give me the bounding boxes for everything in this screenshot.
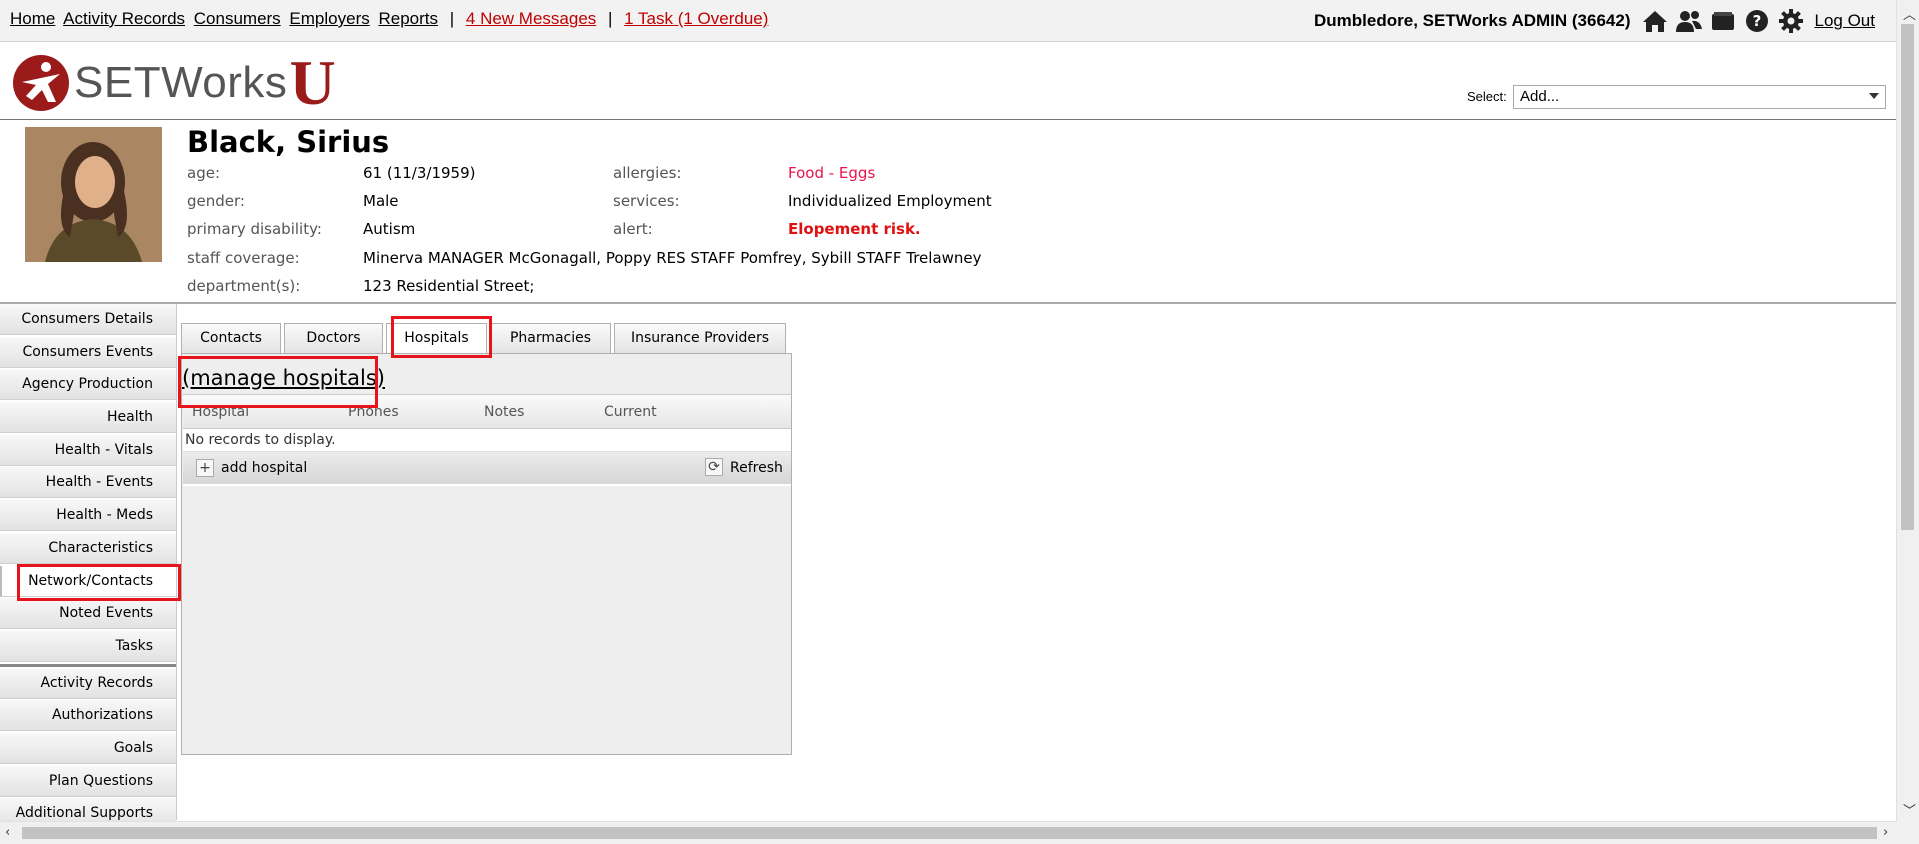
home-icon[interactable] — [1641, 8, 1669, 34]
sidebar-item-agency-production[interactable]: Agency Production — [0, 369, 176, 401]
refresh-icon[interactable]: ⟳ — [705, 458, 723, 476]
disability-value: Autism — [363, 220, 416, 238]
gender-value: Male — [363, 192, 399, 210]
add-select-value: Add... — [1520, 88, 1560, 105]
sidebar-item-health-events[interactable]: Health - Events — [0, 467, 176, 499]
sidebar-item-consumers-details[interactable]: Consumers Details — [0, 304, 176, 335]
consumer-photo — [25, 127, 162, 262]
select-label: Select: — [1467, 89, 1507, 104]
nav-reports-link[interactable]: Reports — [378, 9, 438, 28]
tab-doctors[interactable]: Doctors — [284, 323, 383, 353]
top-navigation-bar: Home Activity Records Consumers Employer… — [0, 0, 1897, 42]
consumer-name: Black, Sirius — [187, 125, 390, 159]
horizontal-scroll-thumb[interactable] — [22, 827, 1877, 839]
nav-home-link[interactable]: Home — [10, 9, 55, 28]
consumer-header: Black, Sirius age: 61 (11/3/1959) gender… — [0, 120, 1897, 304]
sidebar-item-characteristics[interactable]: Characteristics — [0, 532, 176, 564]
scroll-right-icon[interactable]: › — [1883, 825, 1888, 840]
nav-consumers-link[interactable]: Consumers — [194, 9, 281, 28]
department-label: department(s): — [187, 277, 301, 295]
column-hospital[interactable]: Hospital — [192, 404, 249, 420]
alert-label: alert: — [613, 220, 653, 238]
sidebar: Consumers Details Consumers Events Agenc… — [0, 304, 177, 830]
logo-text: SETWorks — [74, 58, 288, 107]
scroll-down-icon[interactable]: ﹀ — [1903, 800, 1916, 819]
users-icon[interactable] — [1675, 8, 1703, 34]
hospitals-grid: Hospital Phones Notes Current No records… — [183, 394, 791, 486]
logo-u: U — [289, 47, 336, 118]
sidebar-item-activity-records[interactable]: Activity Records — [0, 667, 176, 699]
sidebar-item-tasks[interactable]: Tasks — [0, 630, 176, 662]
plus-icon[interactable]: + — [196, 459, 214, 477]
sidebar-item-health-vitals[interactable]: Health - Vitals — [0, 434, 176, 466]
nav-activity-records-link[interactable]: Activity Records — [63, 9, 185, 28]
svg-text:?: ? — [1752, 12, 1761, 30]
setworks-logo[interactable]: SETWorks U — [12, 47, 336, 118]
allergies-value: Food - Eggs — [788, 164, 876, 182]
manage-hospitals-link[interactable]: (manage hospitals) — [182, 366, 385, 390]
sidebar-item-network-contacts[interactable]: Network/Contacts — [0, 565, 176, 597]
user-box: Dumbledore, SETWorks ADMIN (36642) ? Log… — [1314, 8, 1875, 34]
gender-label: gender: — [187, 192, 245, 210]
sidebar-item-consumers-events[interactable]: Consumers Events — [0, 336, 176, 368]
help-icon[interactable]: ? — [1743, 8, 1771, 34]
sidebar-item-goals[interactable]: Goals — [0, 732, 176, 764]
chevron-down-icon — [1869, 93, 1879, 99]
column-phones[interactable]: Phones — [348, 404, 399, 420]
alert-value: Elopement risk. — [788, 220, 921, 238]
services-label: services: — [613, 192, 680, 210]
vertical-scrollbar[interactable]: ︿ ﹀ — [1896, 0, 1919, 844]
age-value: 61 (11/3/1959) — [363, 164, 476, 182]
gear-icon[interactable] — [1777, 8, 1805, 34]
sidebar-item-authorizations[interactable]: Authorizations — [0, 700, 176, 732]
sidebar-divider — [0, 663, 176, 667]
logout-link[interactable]: Log Out — [1815, 11, 1876, 31]
nav-employers-link[interactable]: Employers — [289, 9, 369, 28]
logo-row: SETWorks U Select: Add... — [0, 42, 1897, 121]
scroll-left-icon[interactable]: ‹ — [5, 825, 10, 840]
allergies-label: allergies: — [613, 164, 682, 182]
messages-link[interactable]: 4 New Messages — [466, 9, 596, 28]
grid-header: Hospital Phones Notes Current — [183, 395, 791, 429]
add-select[interactable]: Add... — [1513, 85, 1886, 109]
tab-pharmacies[interactable]: Pharmacies — [490, 323, 611, 353]
hospitals-panel: (manage hospitals) Hospital Phones Notes… — [181, 353, 792, 755]
user-name: Dumbledore, SETWorks ADMIN (36642) — [1314, 11, 1631, 30]
column-current[interactable]: Current — [604, 404, 657, 420]
folder-icon[interactable] — [1709, 8, 1737, 34]
tasks-link[interactable]: 1 Task (1 Overdue) — [624, 9, 768, 28]
column-notes[interactable]: Notes — [484, 404, 524, 420]
tab-hospitals[interactable]: Hospitals — [386, 323, 487, 353]
sidebar-item-noted-events[interactable]: Noted Events — [0, 598, 176, 630]
add-hospital-button[interactable]: add hospital — [221, 460, 307, 476]
nav-separator: | — [608, 9, 613, 28]
tab-contacts[interactable]: Contacts — [181, 323, 281, 353]
age-label: age: — [187, 164, 220, 182]
horizontal-scrollbar[interactable]: ‹ › — [0, 821, 1897, 844]
grid-footer: + add hospital ⟳ Refresh — [183, 452, 791, 484]
staff-coverage-label: staff coverage: — [187, 249, 300, 267]
network-tabs: Contacts Doctors Hospitals Pharmacies In… — [181, 323, 786, 353]
disability-label: primary disability: — [187, 220, 322, 238]
sidebar-item-health[interactable]: Health — [0, 402, 176, 434]
sidebar-item-health-meds[interactable]: Health - Meds — [0, 500, 176, 532]
main-nav: Home Activity Records Consumers Employer… — [10, 9, 772, 29]
sidebar-item-plan-questions[interactable]: Plan Questions — [0, 765, 176, 797]
tab-insurance-providers[interactable]: Insurance Providers — [614, 323, 786, 353]
staff-coverage-value: Minerva MANAGER McGonagall, Poppy RES ST… — [363, 249, 982, 267]
logo-runner-icon — [13, 55, 69, 111]
nav-separator: | — [449, 9, 455, 28]
no-records-message: No records to display. — [183, 429, 791, 452]
vertical-scroll-thumb[interactable] — [1901, 24, 1914, 530]
department-value: 123 Residential Street; — [363, 277, 535, 295]
services-value: Individualized Employment — [788, 192, 992, 210]
scroll-up-icon[interactable]: ︿ — [1903, 4, 1916, 23]
refresh-button[interactable]: Refresh — [730, 460, 783, 476]
